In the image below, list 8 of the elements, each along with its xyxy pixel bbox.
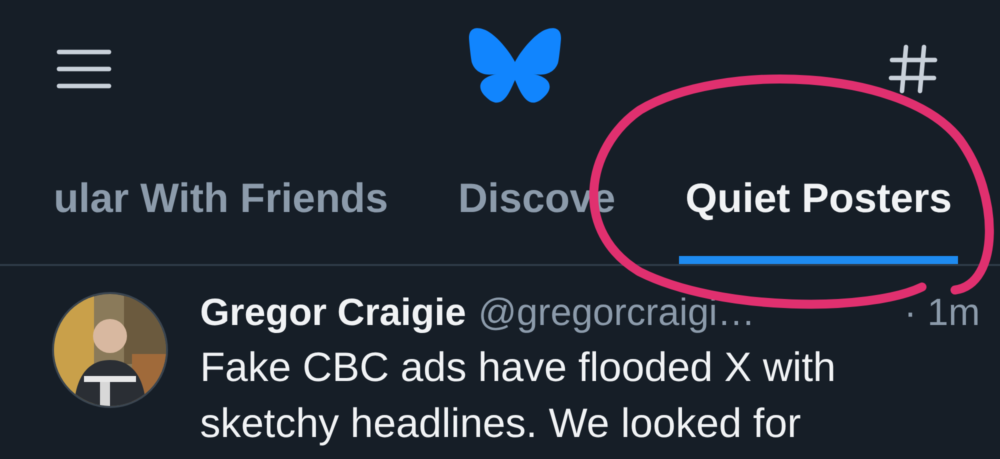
menu-icon[interactable] [56,48,112,90]
feed-tab[interactable]: Quiet Posters [679,138,958,264]
author-name[interactable]: Gregor Craigie [200,292,466,335]
author-handle[interactable]: @gregorcraigi… [478,292,756,335]
post-time: · 1m [904,292,980,335]
hashtag-icon[interactable] [888,44,938,94]
post-text: Fake CBC ads have flooded X with sketchy headlines. We looked for [200,343,837,448]
feed-tab[interactable]: ular With Friends [48,138,394,264]
